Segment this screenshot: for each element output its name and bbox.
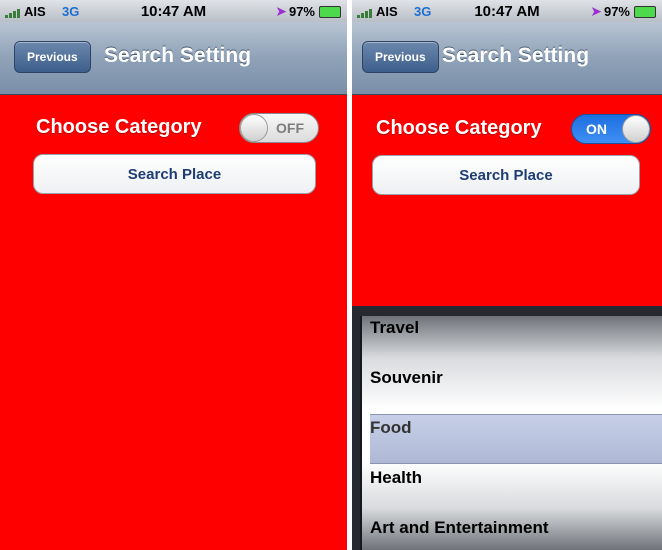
picker-selection-bar (370, 414, 662, 464)
battery-percent: 97% (603, 4, 630, 19)
toggle-state: OFF (276, 120, 304, 136)
toggle-knob (240, 114, 268, 142)
category-toggle[interactable]: ON (571, 114, 651, 144)
picker-item[interactable]: Souvenir (370, 368, 443, 388)
nav-bar: Previous Search Setting (352, 22, 662, 95)
previous-button[interactable]: Previous (14, 41, 91, 73)
category-picker[interactable]: Travel Souvenir Food Health Art and Ente… (352, 306, 662, 550)
status-bar: AIS 3G 10:47 AM ➤ 97% (0, 0, 347, 22)
page-title: Search Setting (442, 44, 590, 67)
toggle-state: ON (586, 121, 607, 137)
battery-icon (319, 6, 341, 18)
previous-button[interactable]: Previous (362, 41, 439, 73)
toggle-knob (622, 115, 650, 143)
picker-item[interactable]: Health (370, 468, 422, 488)
picker-item[interactable]: Travel (370, 318, 419, 338)
status-bar: AIS 3G 10:47 AM ➤ 97% (352, 0, 662, 22)
nav-bar: Previous Search Setting (0, 22, 347, 95)
search-place-button[interactable]: Search Place (372, 155, 640, 195)
screen-right: AIS 3G 10:47 AM ➤ 97% Previous Search Se… (352, 0, 662, 550)
choose-category-label: Choose Category (376, 117, 542, 139)
picker-item[interactable]: Art and Entertainment (370, 518, 549, 538)
page-title: Search Setting (104, 44, 252, 67)
location-arrow-icon: ➤ (590, 3, 602, 19)
battery-icon (634, 6, 656, 18)
category-toggle[interactable]: OFF (239, 113, 319, 143)
search-place-button[interactable]: Search Place (33, 154, 316, 194)
choose-category-label: Choose Category (36, 116, 202, 138)
battery-percent: 97% (288, 4, 315, 19)
location-arrow-icon: ➤ (275, 3, 287, 19)
screen-left: AIS 3G 10:47 AM ➤ 97% Previous Search Se… (0, 0, 347, 550)
picker-item-selected[interactable]: Food (370, 418, 412, 438)
